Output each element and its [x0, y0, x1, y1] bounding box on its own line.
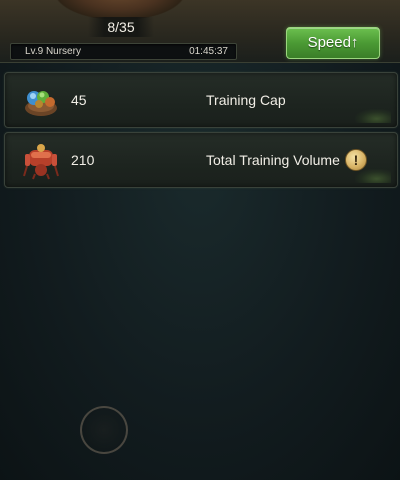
total-training-volume-row: 210 Total Training Volume !	[4, 132, 398, 188]
nursery-header: 8/35 Lv.9 Nursery 01:45:37 Speed↑	[0, 0, 400, 63]
training-volume-value: 210	[71, 152, 95, 168]
moss-decoration	[355, 169, 391, 183]
joystick-ring[interactable]	[80, 406, 128, 454]
nursery-level-label: Lv.9 Nursery	[25, 46, 81, 57]
red-ant-icon	[23, 144, 59, 180]
training-cap-row: 45 Training Cap	[4, 72, 398, 128]
training-cap-value: 45	[71, 92, 87, 108]
moss-decoration	[355, 109, 391, 123]
nursery-progress-bar: Lv.9 Nursery 01:45:37	[10, 43, 237, 60]
countdown-timer: 01:45:37	[189, 46, 228, 57]
nest-food-icon	[25, 91, 57, 116]
info-icon[interactable]: !	[345, 149, 367, 171]
training-volume-label: Total Training Volume	[206, 152, 340, 168]
queue-count: 8/35	[88, 17, 154, 37]
speed-up-button[interactable]: Speed↑	[286, 27, 380, 59]
training-cap-label: Training Cap	[206, 92, 286, 108]
